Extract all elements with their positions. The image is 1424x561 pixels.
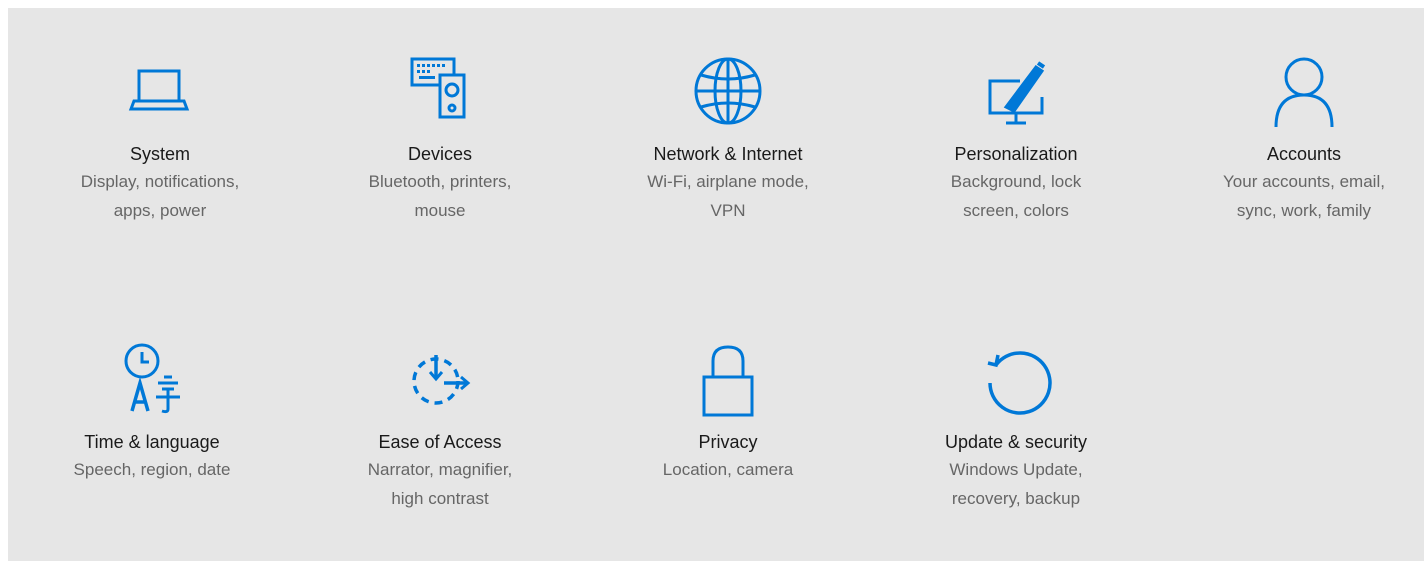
tile-title: Network & Internet <box>653 144 803 164</box>
tile-ease-of-access[interactable]: Ease of Access Narrator, magnifier, high… <box>320 341 560 513</box>
lock-icon <box>688 341 768 421</box>
tile-privacy[interactable]: Privacy Location, camera <box>608 341 848 484</box>
tile-accounts[interactable]: Accounts Your accounts, email, sync, wor… <box>1184 53 1424 225</box>
tile-description: apps, power <box>113 201 207 220</box>
tile-title: Personalization <box>954 144 1078 164</box>
tile-description: Speech, region, date <box>73 460 231 479</box>
tile-description: Display, notifications, <box>80 172 240 191</box>
tile-description: Location, camera <box>662 460 794 479</box>
tile-update-security[interactable]: Update & security Windows Update, recove… <box>896 341 1136 513</box>
tile-title: Update & security <box>944 432 1088 452</box>
person-icon <box>1264 53 1344 133</box>
tile-description: VPN <box>710 201 746 220</box>
tile-network[interactable]: Network & Internet Wi-Fi, airplane mode,… <box>608 53 848 225</box>
ease-of-access-icon <box>400 341 480 421</box>
monitor-brush-icon <box>976 53 1056 133</box>
settings-panel: System Display, notifications, apps, pow… <box>8 8 1424 561</box>
tile-description: Windows Update, <box>949 460 1083 479</box>
keyboard-speaker-icon <box>400 53 480 133</box>
tile-description: Background, lock <box>950 172 1082 191</box>
tile-description: high contrast <box>391 489 489 508</box>
clock-language-icon <box>112 341 192 421</box>
tile-description: screen, colors <box>963 201 1069 220</box>
tile-description: Narrator, magnifier, <box>367 460 513 479</box>
tile-description: Bluetooth, printers, <box>368 172 512 191</box>
tile-system[interactable]: System Display, notifications, apps, pow… <box>40 53 280 225</box>
tile-devices[interactable]: Devices Bluetooth, printers, mouse <box>320 53 560 225</box>
tile-description: mouse <box>414 201 466 220</box>
tile-title: System <box>129 144 190 164</box>
tile-title: Ease of Access <box>378 432 502 452</box>
sync-arrow-icon <box>976 341 1056 421</box>
tile-description: Your accounts, email, <box>1223 172 1385 191</box>
tile-title: Devices <box>407 144 473 164</box>
tile-time-language[interactable]: Time & language Speech, region, date <box>32 341 272 484</box>
tile-description: sync, work, family <box>1236 201 1372 220</box>
tile-personalization[interactable]: Personalization Background, lock screen,… <box>896 53 1136 225</box>
tile-description: Wi-Fi, airplane mode, <box>647 172 809 191</box>
tile-description: recovery, backup <box>951 489 1081 508</box>
tile-title: Privacy <box>698 432 758 452</box>
tile-title: Time & language <box>84 432 220 452</box>
laptop-icon <box>120 53 200 133</box>
globe-icon <box>688 53 768 133</box>
tile-title: Accounts <box>1266 144 1342 164</box>
